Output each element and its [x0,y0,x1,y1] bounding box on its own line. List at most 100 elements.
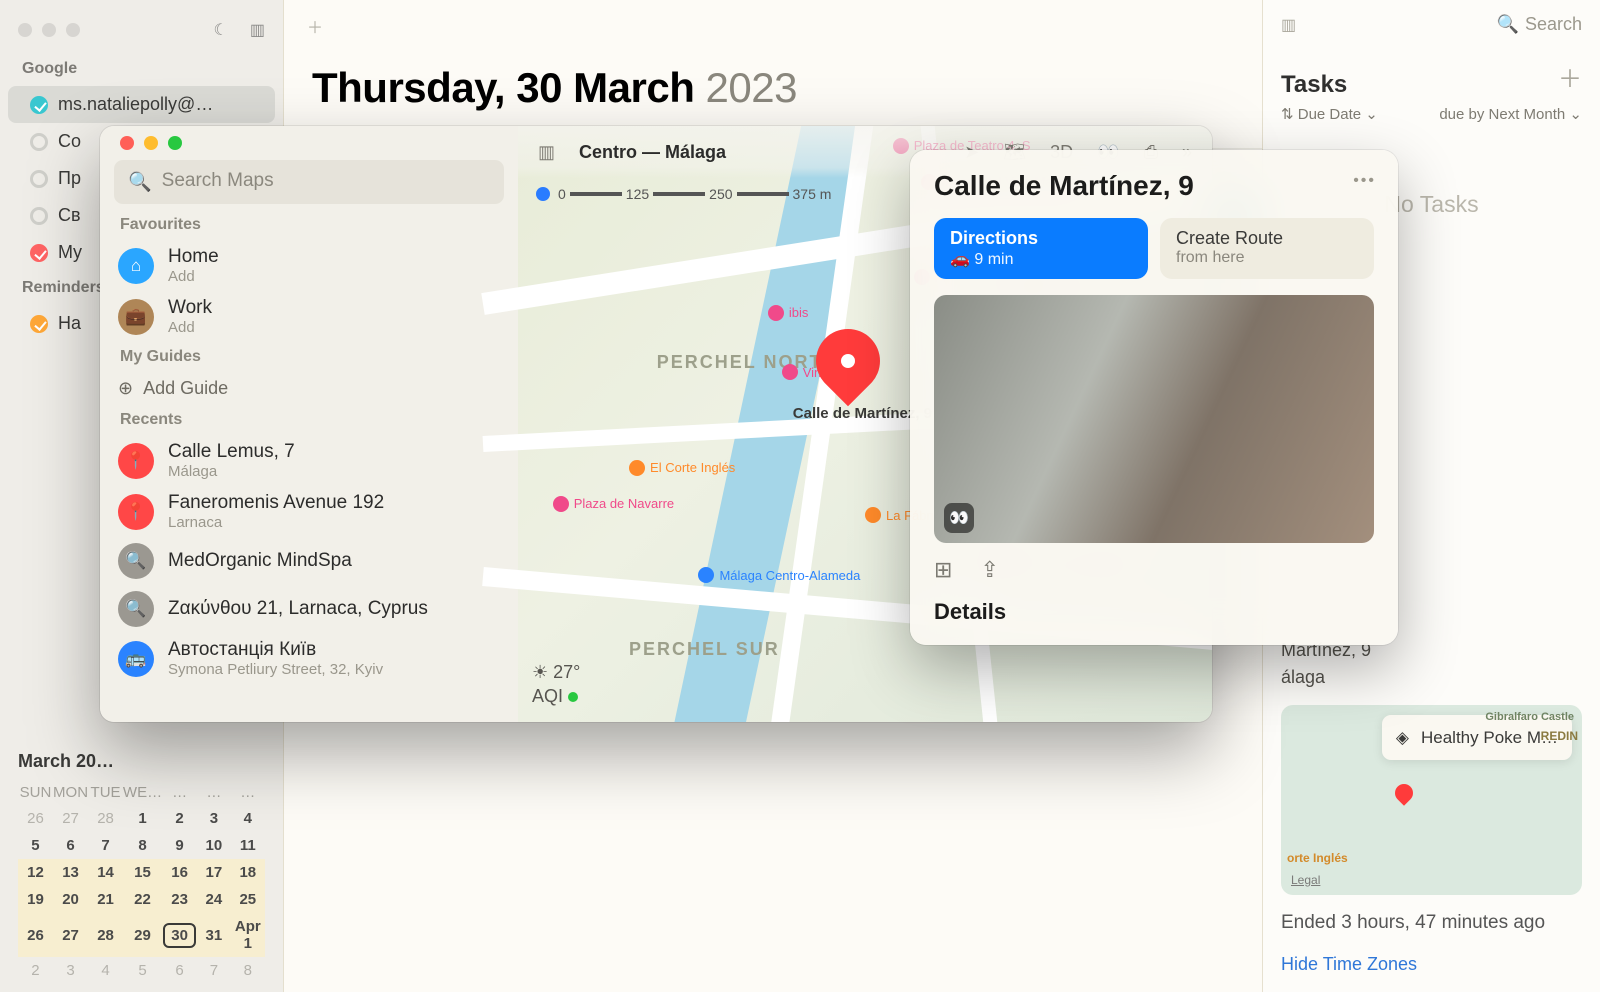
poi[interactable]: Málaga Centro-Alameda [698,567,860,583]
mini-day[interactable]: 4 [231,805,265,832]
mini-month-grid[interactable]: SUNMONTUEWE…………2627281234567891011121314… [18,780,265,984]
poi[interactable]: Plaza de Navarre [553,496,674,512]
mini-day[interactable]: 27 [53,913,88,957]
checkbox-icon[interactable] [30,170,48,188]
maps-item[interactable]: 📍Calle Lemus, 7Málaga [114,435,504,486]
add-event-button[interactable]: ＋ [302,13,328,39]
mini-day[interactable]: 7 [197,957,231,984]
checkbox-icon[interactable] [30,244,48,262]
maps-search[interactable]: 🔍 Search Maps [114,160,504,204]
checkbox-icon[interactable] [30,315,48,333]
mini-day[interactable]: 26 [18,805,53,832]
mini-day[interactable]: 23 [162,886,197,913]
checkbox-icon[interactable] [30,207,48,225]
mini-day[interactable]: 25 [231,886,265,913]
map-scale: 0 125 250 375 m [536,186,831,202]
mini-day[interactable]: 20 [53,886,88,913]
mini-day[interactable]: 17 [197,859,231,886]
mini-day[interactable]: Apr 1 [231,913,265,957]
mini-day[interactable]: 9 [162,832,197,859]
date-year: 2023 [706,64,797,111]
share-icon[interactable]: ⇪ [980,557,998,583]
mini-day[interactable]: 18 [231,859,265,886]
sidebar-toggle-icon[interactable]: ▥ [250,20,265,40]
section-guides: My Guides [120,348,498,366]
mini-day[interactable]: 15 [123,859,162,886]
mini-day[interactable]: 2 [18,957,53,984]
mini-day[interactable]: 16 [162,859,197,886]
weather-widget[interactable]: ☀ 27° AQI [532,661,580,708]
add-task-button[interactable]: ＋ [1558,59,1582,94]
search-icon: 🔍 [118,591,154,627]
lookaround-photo[interactable]: 👀 [934,295,1374,543]
mini-day[interactable]: 3 [197,805,231,832]
mini-day[interactable]: 8 [231,957,265,984]
mini-day[interactable]: 29 [123,913,162,957]
mini-day[interactable]: 3 [53,957,88,984]
maps-item[interactable]: 🔍Ζακύνθου 21, Larnaca, Cyprus [114,585,504,633]
close-dot[interactable] [18,23,32,37]
dropped-pin[interactable]: Calle de Martínez, 9 [816,329,880,393]
mini-day[interactable]: 19 [18,886,53,913]
mini-day[interactable]: 31 [197,913,231,957]
maps-item[interactable]: 🔍MedOrganic MindSpa [114,537,504,585]
checkbox-icon[interactable] [30,96,48,114]
mini-day[interactable]: 21 [88,886,123,913]
event-ended: Ended 3 hours, 47 minutes ago [1281,909,1582,938]
mini-day[interactable]: 6 [162,957,197,984]
mini-day[interactable]: 22 [123,886,162,913]
more-icon[interactable]: ••• [1353,172,1376,190]
mini-day[interactable]: 1 [123,805,162,832]
poi[interactable]: El Corte Inglés [629,460,735,476]
add-to-button[interactable]: ⊞ [934,557,952,583]
tasks-title: Tasks [1281,71,1347,99]
mini-day[interactable]: 11 [231,832,265,859]
minimize-dot[interactable] [144,136,158,150]
mini-day[interactable]: 13 [53,859,88,886]
hide-timezones-button[interactable]: Hide Time Zones [1281,951,1582,978]
sort-field[interactable]: ⇅ Due Date ⌄ [1281,105,1378,123]
mini-day[interactable]: 14 [88,859,123,886]
mini-day[interactable]: 6 [53,832,88,859]
mini-day[interactable]: 30 [162,913,197,957]
mini-day[interactable]: 2 [162,805,197,832]
add-guide-button[interactable]: ⊕Add Guide [114,372,504,405]
mini-day[interactable]: 26 [18,913,53,957]
close-dot[interactable] [120,136,134,150]
maps-item[interactable]: 📍Faneromenis Avenue 192Larnaca [114,486,504,537]
mini-day[interactable]: 24 [197,886,231,913]
mini-day[interactable]: 28 [88,805,123,832]
moon-icon[interactable]: ☾ [214,20,228,40]
mini-day[interactable]: 28 [88,913,123,957]
calendar-item[interactable]: ms.nataliepolly@… [8,86,275,123]
maps-item[interactable]: ⌂HomeAdd [114,240,504,291]
mini-day[interactable]: 7 [88,832,123,859]
maps-item[interactable]: 💼WorkAdd [114,291,504,342]
mini-day[interactable]: 10 [197,832,231,859]
search-placeholder: Search [1525,14,1582,35]
directions-icon: ◈ [1396,725,1409,751]
date-main: Thursday, 30 March [312,64,694,111]
filter-field[interactable]: due by Next Month ⌄ [1439,105,1582,123]
mini-day[interactable]: 8 [123,832,162,859]
mini-day[interactable]: 27 [53,805,88,832]
sidebar-toggle-icon[interactable]: ▥ [538,142,555,163]
directions-button[interactable]: Directions 🚗 9 min [934,218,1148,279]
mini-day[interactable]: 5 [123,957,162,984]
maps-item[interactable]: 🚌Автостанція КиївSymona Petliury Street,… [114,633,504,684]
minimize-dot[interactable] [42,23,56,37]
mini-day[interactable]: 5 [18,832,53,859]
tasks-search[interactable]: 🔍 Search [1497,14,1582,35]
event-map-thumb[interactable]: ◈ Healthy Poke M… Legal Gibralfaro Castl… [1281,705,1582,895]
mini-day[interactable]: 12 [18,859,53,886]
mini-day[interactable]: 4 [88,957,123,984]
map-legal[interactable]: Legal [1291,871,1320,889]
zoom-dot[interactable] [168,136,182,150]
pin-icon [803,315,894,406]
panel-toggle-icon[interactable]: ▥ [1281,15,1296,35]
checkbox-icon[interactable] [30,133,48,151]
poi[interactable]: ibis [768,305,809,321]
pin-icon: 📍 [118,494,154,530]
create-route-button[interactable]: Create Route from here [1160,218,1374,279]
zoom-dot[interactable] [66,23,80,37]
